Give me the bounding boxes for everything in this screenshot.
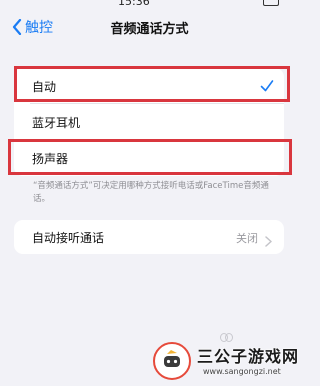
auto-answer-row[interactable]: 自动接听通话 关闭: [14, 220, 284, 254]
option-speaker[interactable]: 扬声器: [14, 140, 284, 176]
chevron-right-icon: [265, 232, 272, 251]
auto-answer-group: 自动接听通话 关闭: [14, 220, 284, 254]
status-time: 15:36: [118, 0, 150, 8]
watermark-url: www.sangongzi.net: [203, 367, 281, 376]
checkmark-icon: [260, 78, 274, 97]
auto-answer-value: 关闭: [236, 232, 258, 245]
watermark-logo: 三公子游戏网 www.sangongzi.net: [153, 340, 298, 384]
call-audio-options-list: 自动 蓝牙耳机 扬声器: [14, 68, 284, 176]
option-auto[interactable]: 自动: [14, 68, 284, 104]
status-bar: 15:36: [0, 0, 299, 8]
option-bluetooth-headset[interactable]: 蓝牙耳机: [14, 104, 284, 140]
navigation-bar: 触控 音频通话方式: [0, 8, 299, 46]
battery-icon: [263, 0, 279, 6]
watermark-icon: [153, 342, 191, 380]
page-title: 音频通话方式: [110, 22, 189, 37]
option-label: 自动: [32, 79, 57, 94]
auto-answer-label: 自动接听通话: [32, 230, 105, 245]
footnote-text: “音频通话方式”可决定用哪种方式接听电话或FaceTime音频通话。: [33, 181, 269, 204]
watermark-title: 三公子游戏网: [197, 347, 300, 366]
option-label: 蓝牙耳机: [32, 115, 81, 130]
option-label: 扬声器: [32, 151, 69, 166]
